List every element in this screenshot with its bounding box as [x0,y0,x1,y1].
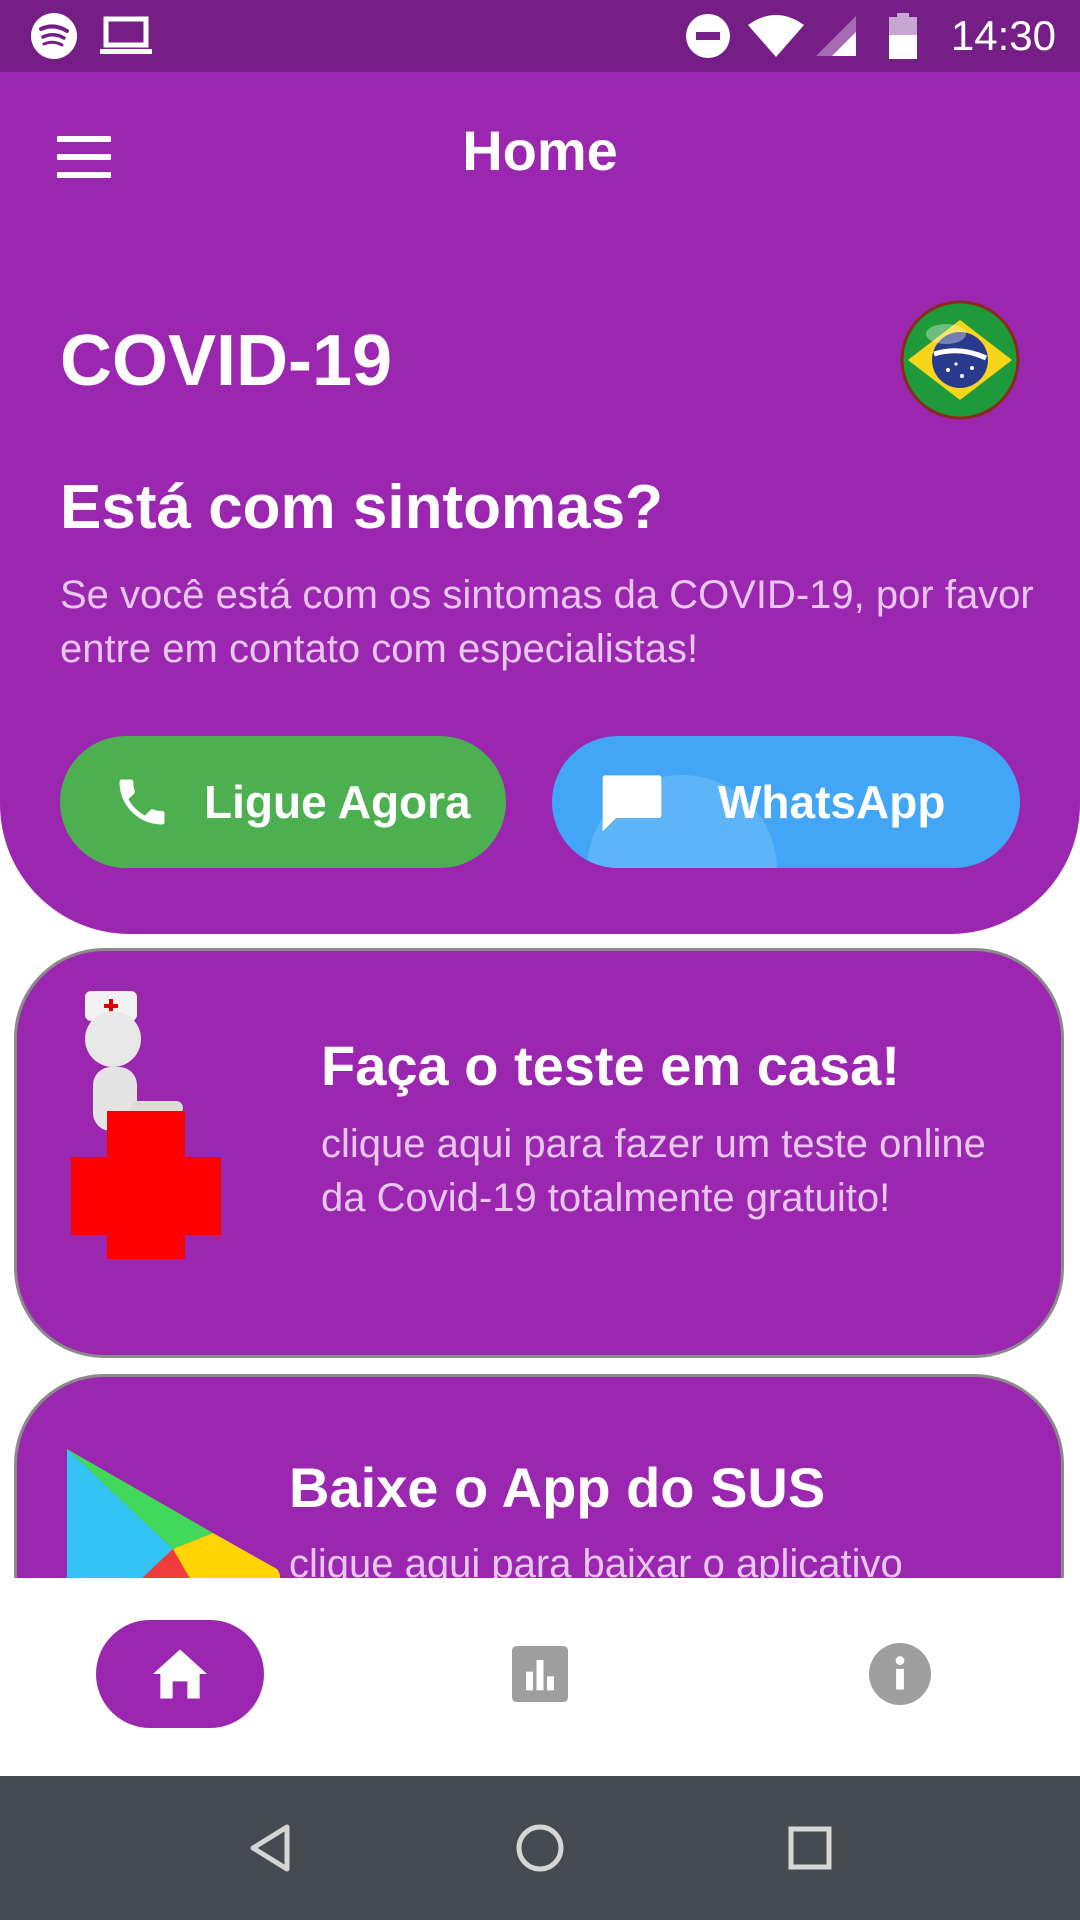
covid-heading: COVID-19 [60,321,393,401]
home-test-description: clique aqui para fazer um teste online d… [321,1122,986,1220]
brazil-flag-icon[interactable] [900,300,1020,420]
laptop-icon [98,0,154,72]
sus-app-title: Baixe o App do SUS [289,1456,826,1519]
back-icon [247,1823,293,1873]
home-circle-icon [515,1823,565,1873]
system-navigation-bar [0,1776,1080,1920]
whatsapp-button[interactable]: WhatsApp [552,736,1020,868]
symptoms-question: Está com sintomas? [60,473,663,542]
recents-button[interactable] [750,1776,870,1920]
symptoms-description: Se você está com os sintomas da COVID-19… [60,573,1034,671]
chat-icon [600,772,664,832]
home-test-card[interactable]: Faça o teste em casa! clique aqui para f… [14,948,1064,1358]
do-not-disturb-icon [684,0,732,72]
home-system-button[interactable] [480,1776,600,1920]
recents-icon [788,1826,832,1870]
back-button[interactable] [210,1776,330,1920]
bar-chart-icon [512,1646,568,1702]
status-bar: 14:30 [0,0,1080,72]
call-now-button[interactable]: Ligue Agora [60,736,506,868]
nurse-red-cross-icon [71,991,221,1261]
wifi-icon [746,0,806,72]
info-icon [869,1643,931,1705]
battery-icon [886,0,920,72]
home-icon [150,1647,210,1701]
page-title: Home [462,119,618,182]
nav-info-button[interactable] [860,1634,940,1714]
signal-icon [814,0,858,72]
call-now-label: Ligue Agora [204,776,471,828]
home-test-title: Faça o teste em casa! [321,1034,900,1097]
spotify-icon [28,0,80,72]
phone-icon [112,772,172,832]
whatsapp-label: WhatsApp [718,776,946,828]
nav-home-button[interactable] [96,1620,264,1728]
clock: 14:30 [950,12,1056,59]
nav-stats-button[interactable] [500,1634,580,1714]
